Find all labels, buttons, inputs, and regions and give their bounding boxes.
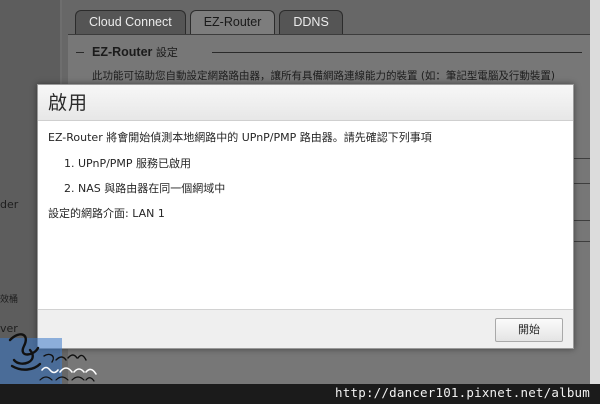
section-title-name: EZ-Router <box>92 45 153 59</box>
interface-label: 設定的網路介面: LAN 1 <box>48 207 165 220</box>
url-bar: http://dancer101.pixnet.net/album <box>0 384 600 404</box>
section-description: 此功能可協助您自動設定網路路由器，讓所有具備網路連線能力的裝置 (如：筆記型電腦… <box>92 70 556 82</box>
dialog-title: 啟用 <box>48 92 89 114</box>
watermark-logo <box>0 333 97 384</box>
fieldset-border <box>76 52 84 53</box>
screen: der 效桶 ver Cloud Connect EZ-Router DDNS … <box>0 0 590 384</box>
dialog-intro-text: EZ-Router 將會開始偵測本地網路中的 UPnP/PMP 路由器。請先確認… <box>48 131 432 144</box>
tab-ez-router[interactable]: EZ-Router <box>189 10 276 34</box>
checklist-item: 1. UPnP/PMP 服務已啟用 <box>64 157 192 170</box>
tab-cloud-connect[interactable]: Cloud Connect <box>75 10 186 34</box>
enable-dialog: 啟用 EZ-Router 將會開始偵測本地網路中的 UPnP/PMP 路由器。請… <box>37 84 574 349</box>
fieldset-border <box>212 52 582 53</box>
section-title-suffix: 設定 <box>155 46 178 59</box>
album-url: http://dancer101.pixnet.net/album <box>335 385 590 400</box>
background-field <box>572 220 590 242</box>
dialog-header: 啟用 <box>38 85 573 121</box>
section-title: EZ-Router 設定 <box>92 44 178 60</box>
tab-ddns[interactable]: DDNS <box>279 10 343 34</box>
sidebar-fragment: 效桶 <box>0 295 19 305</box>
checklist-item: 2. NAS 與路由器在同一個網域中 <box>64 182 226 195</box>
tab-bar: Cloud Connect EZ-Router DDNS <box>75 10 343 34</box>
start-button[interactable]: 開始 <box>495 318 563 342</box>
sidebar-fragment: der <box>0 198 19 211</box>
dialog-footer: 開始 <box>38 309 573 348</box>
